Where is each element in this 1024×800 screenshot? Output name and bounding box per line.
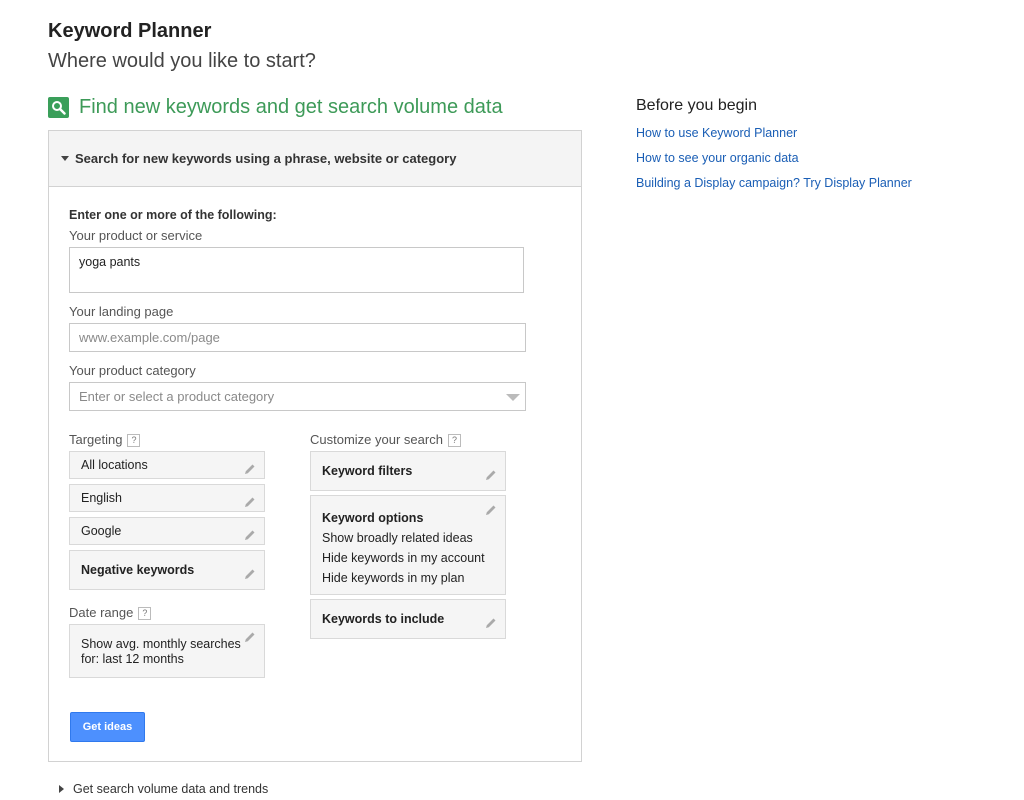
find-keywords-title: Find new keywords and get search volume … (79, 96, 503, 118)
product-label: Your product or service (69, 228, 203, 243)
keyword-option-line: Hide keywords in my plan (322, 571, 465, 585)
link-how-to-use[interactable]: How to use Keyword Planner (636, 126, 797, 140)
customize-label: Customize your search (310, 432, 443, 447)
date-range-line-1: Show avg. monthly searches (81, 637, 241, 651)
triangle-down-icon (61, 156, 69, 161)
landing-page-placeholder: www.example.com/page (79, 330, 220, 345)
page-title: Keyword Planner (48, 20, 212, 42)
keyword-options-title: Keyword options (322, 511, 424, 525)
sidebar-title: Before you begin (636, 97, 757, 114)
targeting-label: Targeting (69, 432, 123, 447)
product-category-label: Your product category (69, 363, 196, 378)
negative-keywords[interactable]: Negative keywords (69, 550, 265, 590)
keyword-option-line: Show broadly related ideas (322, 531, 473, 545)
edit-icon (244, 458, 256, 485)
triangle-right-icon (59, 785, 64, 793)
search-panel-header-label: Search for new keywords using a phrase, … (75, 151, 457, 166)
edit-icon (485, 502, 497, 522)
date-range-line-2: for: last 12 months (81, 652, 184, 666)
keyword-options[interactable]: Keyword options Show broadly related ide… (310, 495, 506, 595)
edit-icon (244, 557, 256, 596)
negative-keywords-label: Negative keywords (81, 563, 195, 577)
keyword-option-line: Hide keywords in my account (322, 551, 485, 565)
targeting-location-label: All locations (81, 458, 148, 472)
edit-icon (485, 458, 497, 497)
search-volume-section-label: Get search volume data and trends (73, 782, 269, 796)
page-subtitle: Where would you like to start? (48, 50, 316, 72)
edit-icon (244, 491, 256, 518)
product-category-select[interactable]: Enter or select a product category (69, 382, 526, 411)
get-ideas-button[interactable]: Get ideas (70, 712, 145, 742)
landing-page-input[interactable]: www.example.com/page (69, 323, 526, 352)
targeting-label-row: Targeting? (69, 432, 141, 448)
product-input-value: yoga pants (79, 255, 141, 269)
targeting-network[interactable]: Google (69, 517, 265, 545)
date-range-label-row: Date range? (69, 605, 152, 621)
customize-help-icon[interactable]: ? (447, 434, 461, 448)
find-keywords-header: Find new keywords and get search volume … (48, 96, 503, 119)
edit-icon (485, 606, 497, 645)
product-category-placeholder: Enter or select a product category (79, 389, 275, 404)
intro-label: Enter one or more of the following: (69, 208, 277, 222)
search-icon (48, 97, 69, 118)
edit-icon (244, 631, 256, 647)
chevron-down-icon (506, 394, 520, 401)
targeting-language-label: English (81, 491, 122, 505)
keywords-to-include[interactable]: Keywords to include (310, 599, 506, 639)
keywords-to-include-label: Keywords to include (322, 612, 445, 626)
search-panel-header[interactable]: Search for new keywords using a phrase, … (49, 131, 581, 187)
targeting-location[interactable]: All locations (69, 451, 265, 479)
edit-icon (244, 524, 256, 551)
targeting-network-label: Google (81, 524, 122, 538)
keyword-filters[interactable]: Keyword filters (310, 451, 506, 491)
product-input[interactable]: yoga pants (69, 247, 524, 293)
link-organic-data[interactable]: How to see your organic data (636, 151, 799, 165)
targeting-language[interactable]: English (69, 484, 265, 512)
landing-page-label: Your landing page (69, 304, 174, 319)
targeting-help-icon[interactable]: ? (127, 434, 141, 448)
search-volume-section-toggle[interactable]: Get search volume data and trends (59, 782, 268, 796)
keyword-filters-label: Keyword filters (322, 464, 413, 478)
date-range-selector[interactable]: Show avg. monthly searches for: last 12 … (69, 624, 265, 678)
date-range-help-icon[interactable]: ? (138, 607, 152, 621)
customize-label-row: Customize your search? (310, 432, 461, 448)
link-display-planner[interactable]: Building a Display campaign? Try Display… (636, 176, 912, 190)
date-range-label: Date range (69, 605, 134, 620)
